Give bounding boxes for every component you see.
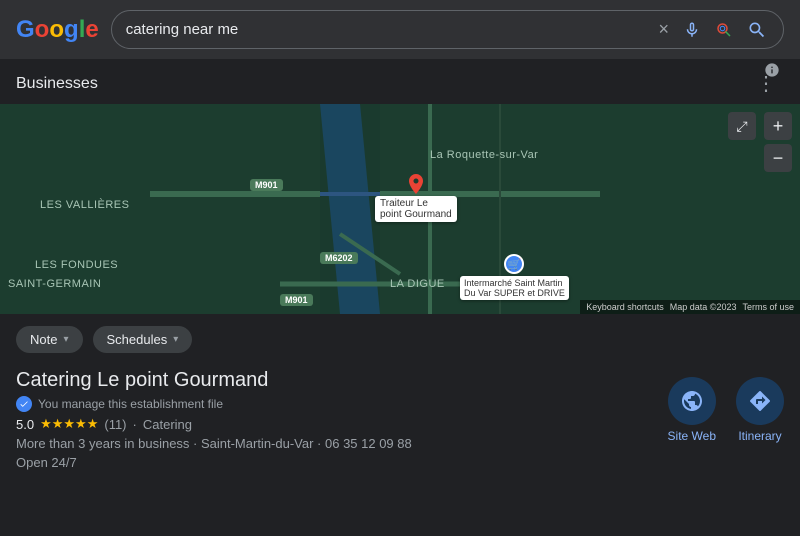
mic-button[interactable] (681, 19, 703, 41)
business-info: Catering Le point Gourmand You manage th… (16, 369, 668, 470)
business-category: Catering (143, 417, 192, 432)
road-badge-m901-mid: M901 (280, 294, 313, 306)
schedules-button-label: Schedules (107, 332, 168, 347)
business-details-text: More than 3 years in business · Saint-Ma… (16, 436, 412, 451)
info-circle-icon (764, 62, 780, 78)
lens-button[interactable] (713, 19, 735, 41)
red-pin-label: Traiteur Lepoint Gourmand (375, 196, 457, 222)
itinerary-label: Itinerary (738, 429, 781, 443)
checkmark-icon (19, 399, 29, 409)
bottom-section: Catering Le point Gourmand You manage th… (0, 365, 800, 486)
directions-icon (748, 389, 772, 413)
main-content: Businesses ⋮ (0, 59, 800, 536)
close-icon: × (658, 19, 669, 40)
panel-header: Businesses ⋮ (0, 59, 800, 104)
note-button[interactable]: Note ▾ (16, 326, 83, 353)
red-pin-icon (409, 174, 423, 194)
globe-icon (680, 389, 704, 413)
review-count: (11) (104, 417, 126, 432)
business-details: More than 3 years in business · Saint-Ma… (16, 436, 668, 451)
rating-row: 5.0 ★★★★★ (11) · Catering (16, 416, 668, 432)
schedules-button[interactable]: Schedules ▾ (93, 326, 193, 353)
itinerary-action[interactable]: Itinerary (736, 377, 784, 443)
left-panel: Businesses ⋮ (0, 59, 800, 536)
lens-icon (715, 21, 733, 39)
search-icon (747, 20, 767, 40)
verified-text: You manage this establishment file (38, 397, 223, 411)
business-name: Catering Le point Gourmand (16, 369, 668, 392)
clear-button[interactable]: × (656, 17, 671, 42)
right-actions: Site Web Itinerary (668, 377, 784, 443)
verified-row: You manage this establishment file (16, 396, 668, 412)
site-web-label: Site Web (668, 429, 716, 443)
map-container[interactable]: M901 M901 M6202 LES VALLIÈRES LES FONDUE… (0, 104, 800, 314)
map-pin-blue: 🛒 Intermarché Saint MartinDu Var SUPER e… (460, 254, 569, 300)
verified-badge (16, 396, 32, 412)
schedules-chevron-icon: ▾ (173, 334, 178, 345)
pin-blue-cart-icon: 🛒 (508, 258, 522, 271)
label-la-roquette: La Roquette-sur-Var (430, 149, 538, 161)
search-bar: × (111, 10, 784, 49)
label-les-fondues: LES FONDUES (35, 259, 118, 271)
map-expand-button[interactable]: ⤢ (728, 112, 756, 140)
panel-title: Businesses (16, 75, 98, 93)
map-data-label: Map data ©2023 (670, 302, 737, 312)
stars: ★★★★★ (40, 416, 98, 432)
itinerary-circle (736, 377, 784, 425)
rating-number: 5.0 (16, 417, 34, 432)
road-badge-m6202: M6202 (320, 252, 358, 264)
map-pin-red: Traiteur Lepoint Gourmand (375, 174, 457, 222)
label-les-vallieres: LES VALLIÈRES (40, 199, 129, 211)
site-web-circle (668, 377, 716, 425)
zoom-in-button[interactable]: + (764, 112, 792, 140)
blue-pin-label: Intermarché Saint MartinDu Var SUPER et … (460, 276, 569, 300)
search-icon-area: × (656, 17, 769, 42)
search-button[interactable] (745, 18, 769, 42)
zoom-out-button[interactable]: − (764, 144, 792, 172)
label-la-digue-visible: LA DIGUE (390, 278, 445, 290)
mic-icon (683, 21, 701, 39)
expand-icon: ⤢ (736, 118, 747, 135)
open-status: Open 24/7 (16, 455, 668, 470)
label-saint-germain-visible: SAINT-GERMAIN (8, 278, 101, 290)
terms-of-use-link[interactable]: Terms of use (742, 302, 794, 312)
header: Google × (0, 0, 800, 59)
note-button-label: Note (30, 332, 57, 347)
note-chevron-icon: ▾ (63, 334, 68, 345)
dot-separator: · (133, 417, 137, 432)
map-footer: Keyboard shortcuts Map data ©2023 Terms … (580, 300, 800, 314)
action-buttons: Note ▾ Schedules ▾ (0, 314, 800, 365)
info-icon[interactable] (764, 62, 780, 83)
google-logo: Google (16, 16, 99, 44)
keyboard-shortcuts-link[interactable]: Keyboard shortcuts (586, 302, 664, 312)
map-controls: + − (764, 112, 792, 172)
road-badge-m901-top: M901 (250, 179, 283, 191)
search-input[interactable] (126, 21, 649, 38)
site-web-action[interactable]: Site Web (668, 377, 716, 443)
